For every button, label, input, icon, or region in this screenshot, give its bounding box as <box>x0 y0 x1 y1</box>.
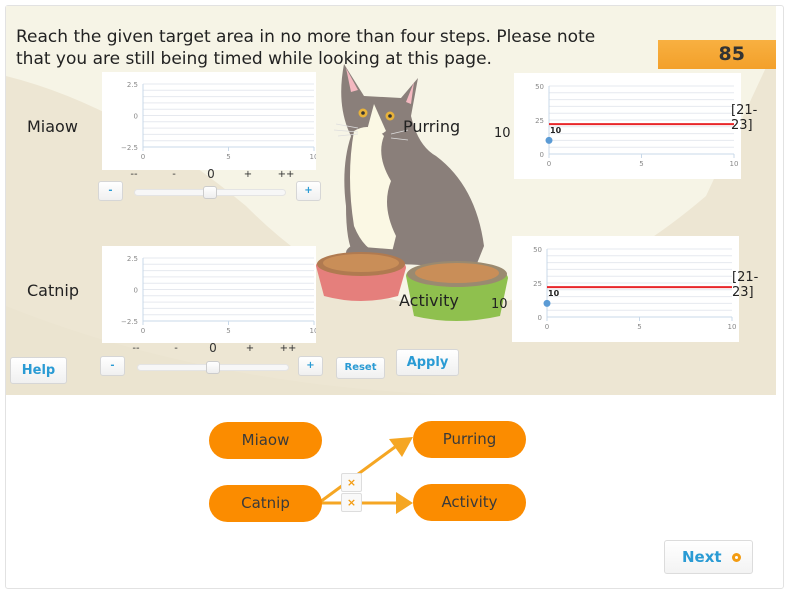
x-tick-label: 5 <box>639 160 643 168</box>
miaow-increase-button[interactable]: + <box>296 181 321 201</box>
x-tick-label: 0 <box>141 327 145 335</box>
cat-icon <box>333 64 484 268</box>
y-tick-label: 2.5 <box>127 255 138 263</box>
apply-button[interactable]: Apply <box>396 349 459 376</box>
slider-tick-label: 0 <box>209 341 217 355</box>
slider-tick-label: -- <box>132 343 140 354</box>
y-tick-label: 50 <box>535 83 544 91</box>
miaow-slider-thumb[interactable] <box>203 186 217 199</box>
y-tick-label: 0 <box>540 151 544 159</box>
chart-miaow: 2.50−2.50510 <box>102 72 316 170</box>
y-tick-label: 25 <box>533 280 542 288</box>
remove-edge-catnip-activity-button[interactable]: × <box>341 493 362 512</box>
data-point-label: 10 <box>550 126 562 135</box>
slider-tick-label: + <box>245 343 255 354</box>
x-tick-label: 5 <box>226 153 230 161</box>
chart-purring: 50 25 0 0 5 10 10 <box>514 73 741 179</box>
edge-catnip-activity[interactable] <box>320 492 413 514</box>
catnip-slider-thumb[interactable] <box>206 361 220 374</box>
chart-catnip-svg: 2.50−2.50510 <box>121 255 316 335</box>
y-tick-label: 25 <box>535 117 544 125</box>
x-tick-label: 10 <box>310 327 316 335</box>
input-label-miaow: Miaow <box>27 117 78 136</box>
y-tick-label: 0 <box>134 113 138 121</box>
data-point <box>545 136 553 144</box>
causal-diagram-arrows <box>319 437 413 514</box>
chart-activity-svg: 50 25 00 5 10 10 <box>533 246 737 331</box>
slider-tick-label: ++ <box>279 343 297 354</box>
diagram-node-activity[interactable]: Activity <box>413 484 526 521</box>
activity-target-range: [21-23] <box>732 270 759 300</box>
edge-catnip-purring[interactable] <box>319 437 413 504</box>
next-button[interactable]: Next <box>664 540 753 574</box>
simulation-panel: Reach the given target area in no more t… <box>6 6 776 395</box>
y-tick-label: 2.5 <box>127 81 138 89</box>
slider-tick-label: - <box>174 343 178 354</box>
x-tick-label: 10 <box>310 153 316 161</box>
food-bowl-red-icon <box>316 252 406 301</box>
x-tick-label: 0 <box>141 153 145 161</box>
activity-current-value: 10 <box>491 297 508 312</box>
slider-tick-label: 0 <box>207 167 215 181</box>
y-tick-label: −2.5 <box>121 318 138 326</box>
output-label-purring: Purring <box>403 117 461 136</box>
x-tick-label: 5 <box>226 327 230 335</box>
input-label-catnip: Catnip <box>27 281 79 300</box>
purring-current-value: 10 <box>494 126 511 141</box>
chart-activity: 50 25 0 0 5 10 10 <box>512 236 739 342</box>
y-tick-label: −2.5 <box>121 144 138 152</box>
chart-catnip: 2.50−2.50510 <box>102 246 316 343</box>
chart-miaow-svg: 2.50−2.50510 <box>121 81 316 161</box>
arrowhead-icon <box>396 492 413 514</box>
reset-button[interactable]: Reset <box>336 357 385 379</box>
diagram-node-catnip[interactable]: Catnip <box>209 485 322 522</box>
x-tick-label: 0 <box>547 160 551 168</box>
data-point-label: 10 <box>548 289 560 298</box>
chart-purring-svg: 50 25 00 5 10 10 <box>535 83 739 168</box>
catnip-increase-button[interactable]: + <box>298 356 323 376</box>
next-button-label: Next <box>682 548 722 566</box>
arrow-circle-icon <box>732 553 741 562</box>
slider-tick-label: -- <box>130 169 138 180</box>
y-tick-label: 50 <box>533 246 542 254</box>
x-tick-label: 10 <box>728 323 737 331</box>
slider-tick-label: - <box>172 169 176 180</box>
x-tick-label: 0 <box>545 323 549 331</box>
diagram-node-purring[interactable]: Purring <box>413 421 526 458</box>
catnip-decrease-button[interactable]: - <box>100 356 125 376</box>
y-tick-label: 0 <box>134 287 138 295</box>
purring-target-range: [21-23] <box>731 103 758 133</box>
slider-tick-label: + <box>243 169 253 180</box>
output-label-activity: Activity <box>399 291 459 310</box>
slider-labels-catnip: -- - 0 + ++ <box>132 341 297 357</box>
x-tick-label: 5 <box>637 323 641 331</box>
x-tick-label: 10 <box>730 160 739 168</box>
remove-edge-catnip-purring-button[interactable]: × <box>341 473 362 492</box>
slider-labels-miaow: -- - 0 + ++ <box>130 167 295 183</box>
slider-tick-label: ++ <box>277 169 295 180</box>
instructions-text: Reach the given target area in no more t… <box>16 27 596 69</box>
timer-bar: 85 <box>658 40 776 69</box>
data-point <box>543 299 551 307</box>
diagram-node-miaow[interactable]: Miaow <box>209 422 322 459</box>
y-tick-label: 0 <box>538 314 542 322</box>
help-button[interactable]: Help <box>10 357 67 384</box>
miaow-decrease-button[interactable]: - <box>98 181 123 201</box>
